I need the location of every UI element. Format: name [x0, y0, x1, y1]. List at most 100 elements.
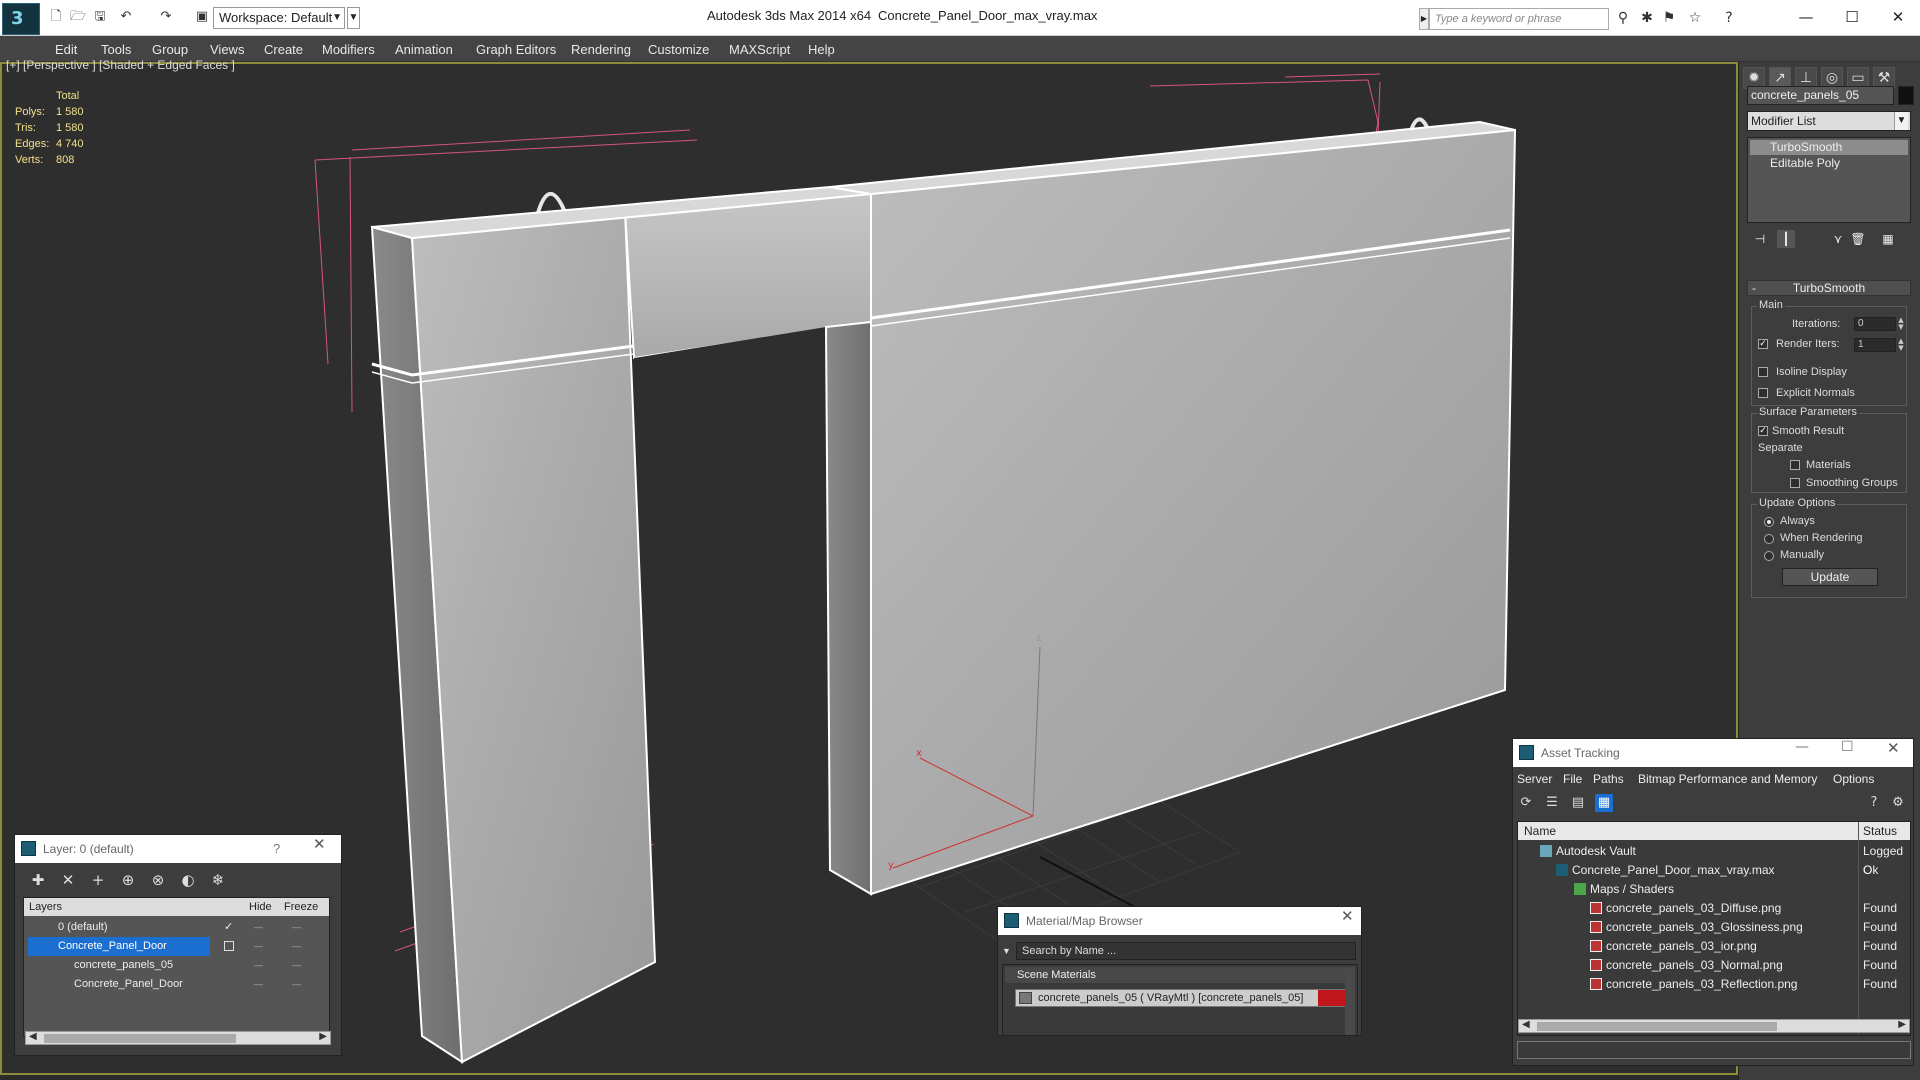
- open-file-icon[interactable]: 🗁: [70, 9, 86, 25]
- asset-row[interactable]: concrete_panels_03_Normal.png Found: [1518, 956, 1910, 975]
- add-to-layer-icon[interactable]: +: [89, 871, 107, 889]
- menu-options[interactable]: Options: [1833, 772, 1874, 786]
- scroll-left-icon[interactable]: ◀: [29, 1031, 37, 1042]
- asset-row[interactable]: concrete_panels_03_Glossiness.png Found: [1518, 918, 1910, 937]
- select-objects-icon[interactable]: ⊕: [119, 871, 137, 889]
- minimize-icon[interactable]: —: [1784, 3, 1828, 31]
- object-name-field[interactable]: concrete_panels_05: [1747, 86, 1894, 105]
- active-layer-check-icon[interactable]: ✓: [224, 918, 233, 937]
- asset-path-field[interactable]: [1517, 1041, 1911, 1059]
- undo-icon[interactable]: ↶: [118, 9, 134, 25]
- always-radio[interactable]: [1764, 517, 1774, 527]
- save-icon[interactable]: 🖫: [92, 9, 108, 25]
- app-logo-button[interactable]: 3: [2, 3, 40, 35]
- freeze-toggle[interactable]: —: [292, 918, 301, 937]
- hide-all-layers-icon[interactable]: ◐: [179, 871, 197, 889]
- when-rendering-radio[interactable]: [1764, 534, 1774, 544]
- layer-row[interactable]: Concrete_Panel_Door — —: [24, 975, 329, 994]
- make-unique-icon[interactable]: ⋎: [1829, 230, 1847, 248]
- project-folder-icon[interactable]: ▣: [194, 9, 210, 25]
- help-icon[interactable]: ?: [1865, 794, 1883, 812]
- table-view-icon[interactable]: ▦: [1595, 794, 1613, 812]
- filter-icon[interactable]: ▼: [1002, 942, 1014, 960]
- menu-modifiers[interactable]: Modifiers: [322, 42, 375, 57]
- turbosmooth-rollout-header[interactable]: - TurboSmooth: [1747, 280, 1911, 296]
- layer-row[interactable]: concrete_panels_05 — —: [24, 956, 329, 975]
- subscription-icon[interactable]: ✱: [1638, 9, 1656, 27]
- render-iters-spinner[interactable]: 1: [1854, 338, 1896, 352]
- context-help-icon[interactable]: ⚙: [1889, 794, 1907, 812]
- scroll-right-icon[interactable]: ▶: [1898, 1019, 1906, 1030]
- remove-modifier-icon[interactable]: 🗑: [1849, 230, 1867, 248]
- list-view-icon[interactable]: ☰: [1543, 794, 1561, 812]
- maximize-icon[interactable]: ☐: [1841, 739, 1854, 755]
- viewport-label[interactable]: [+] [Perspective ] [Shaded + Edged Faces…: [6, 58, 235, 72]
- close-icon[interactable]: ✕: [313, 835, 326, 853]
- freeze-all-layers-icon[interactable]: ❄: [209, 871, 227, 889]
- isoline-display-checkbox[interactable]: [1758, 367, 1768, 377]
- menu-maxscript[interactable]: MAXScript: [729, 42, 790, 57]
- help-button[interactable]: ?: [273, 835, 280, 863]
- set-current-layer-box[interactable]: [224, 941, 234, 951]
- workspace-dropdown[interactable]: Workspace: Default ▼: [213, 7, 345, 29]
- configure-modifier-sets-icon[interactable]: ▦: [1879, 230, 1897, 248]
- redo-icon[interactable]: ↷: [158, 9, 174, 25]
- explicit-normals-checkbox[interactable]: [1758, 388, 1768, 398]
- delete-layer-icon[interactable]: ✕: [59, 871, 77, 889]
- menu-group[interactable]: Group: [152, 42, 188, 57]
- scroll-left-icon[interactable]: ◀: [1522, 1019, 1530, 1030]
- separate-materials-checkbox[interactable]: [1790, 460, 1800, 470]
- asset-row[interactable]: Concrete_Panel_Door_max_vray.max Ok: [1518, 861, 1910, 880]
- menu-edit[interactable]: Edit: [55, 42, 77, 57]
- favorites-star-icon[interactable]: ☆: [1686, 9, 1704, 27]
- scroll-right-icon[interactable]: ▶: [319, 1031, 327, 1042]
- close-icon[interactable]: ✕: [1341, 907, 1354, 925]
- manually-radio[interactable]: [1764, 551, 1774, 561]
- refresh-icon[interactable]: ⟳: [1517, 794, 1535, 812]
- column-freeze[interactable]: Freeze: [284, 898, 318, 916]
- asset-row[interactable]: concrete_panels_03_ior.png Found: [1518, 937, 1910, 956]
- menu-paths[interactable]: Paths: [1593, 772, 1624, 786]
- menu-views[interactable]: Views: [210, 42, 244, 57]
- menu-animation[interactable]: Animation: [395, 42, 453, 57]
- hide-toggle[interactable]: —: [254, 956, 263, 975]
- detail-view-icon[interactable]: ▤: [1569, 794, 1587, 812]
- smooth-result-checkbox[interactable]: ✓: [1758, 426, 1768, 436]
- menu-create[interactable]: Create: [264, 42, 303, 57]
- menu-tools[interactable]: Tools: [101, 42, 131, 57]
- close-icon[interactable]: ✕: [1876, 3, 1920, 31]
- asset-row[interactable]: concrete_panels_03_Diffuse.png Found: [1518, 899, 1910, 918]
- pin-stack-icon[interactable]: ⊣: [1751, 230, 1769, 248]
- highlight-layer-icon[interactable]: ⊗: [149, 871, 167, 889]
- material-item[interactable]: concrete_panels_05 ( VRayMtl ) [concrete…: [1015, 989, 1347, 1007]
- column-layers[interactable]: Layers: [29, 898, 62, 916]
- quick-access-more-icon[interactable]: ▼: [347, 7, 360, 29]
- spinner-arrows-icon[interactable]: ▲ ▼: [1897, 317, 1905, 331]
- object-color-swatch[interactable]: [1898, 86, 1914, 105]
- hide-toggle[interactable]: —: [254, 918, 263, 937]
- menu-customize[interactable]: Customize: [648, 42, 709, 57]
- menu-graph-editors[interactable]: Graph Editors: [476, 42, 556, 57]
- binoculars-icon[interactable]: ⚲: [1614, 9, 1632, 27]
- create-layer-icon[interactable]: ✚: [29, 871, 47, 889]
- communication-icon[interactable]: ⚑: [1660, 9, 1678, 27]
- iterations-spinner[interactable]: 0: [1854, 317, 1896, 331]
- update-button[interactable]: Update: [1782, 568, 1878, 586]
- column-status[interactable]: Status: [1863, 822, 1897, 840]
- menu-help[interactable]: Help: [808, 42, 835, 57]
- render-iters-checkbox[interactable]: ✓: [1758, 339, 1768, 349]
- help-icon[interactable]: ?: [1720, 9, 1738, 27]
- close-icon[interactable]: ✕: [1887, 739, 1900, 757]
- scene-materials-section[interactable]: Scene Materials: [1005, 967, 1345, 983]
- spinner-arrows-icon[interactable]: ▲ ▼: [1897, 338, 1905, 352]
- freeze-toggle[interactable]: —: [292, 937, 301, 956]
- minimize-icon[interactable]: —: [1795, 739, 1809, 755]
- maximize-icon[interactable]: ☐: [1830, 3, 1874, 31]
- new-file-icon[interactable]: 🗋: [48, 9, 64, 25]
- asset-row[interactable]: Maps / Shaders: [1518, 880, 1910, 899]
- horizontal-scrollbar[interactable]: ◀ ▶: [1518, 1019, 1910, 1033]
- separate-smoothing-groups-checkbox[interactable]: [1790, 478, 1800, 488]
- vertical-scrollbar[interactable]: [1345, 967, 1355, 1035]
- column-name[interactable]: Name: [1524, 822, 1556, 840]
- freeze-toggle[interactable]: —: [292, 956, 301, 975]
